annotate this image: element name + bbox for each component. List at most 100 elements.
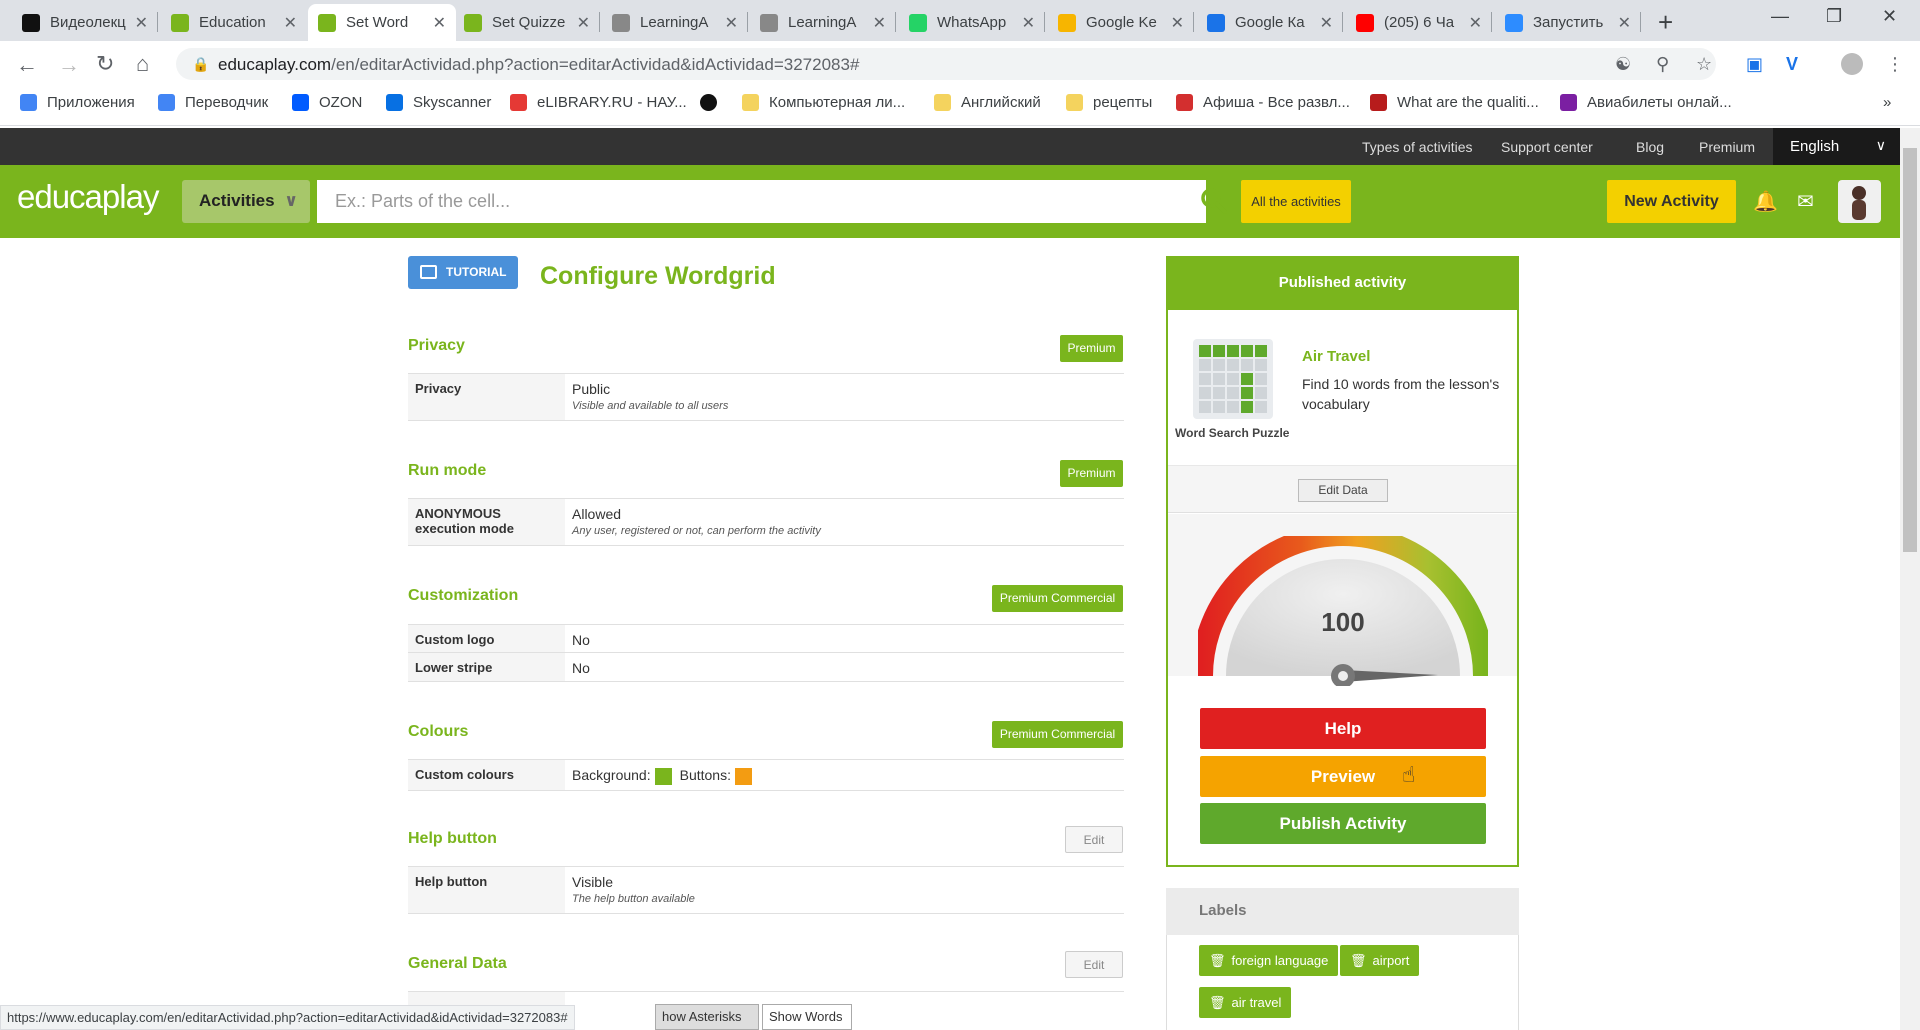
word-search-thumbnail[interactable] <box>1193 339 1273 419</box>
custom-colours-row: Custom colours Background: Buttons: <box>408 759 1124 791</box>
bell-icon[interactable]: 🔔 <box>1753 189 1778 214</box>
scrollbar-thumb[interactable] <box>1903 148 1917 552</box>
search-input[interactable] <box>317 180 1206 223</box>
tab-title: LearningA <box>788 14 857 31</box>
support-center-link[interactable]: Support center <box>1501 139 1593 155</box>
user-avatar[interactable] <box>1838 180 1881 223</box>
bookmark-item[interactable]: Английский <box>934 94 1041 111</box>
bookmark-item[interactable]: Афиша - Все развл... <box>1176 94 1350 111</box>
close-tab-icon[interactable]: ✕ <box>433 13 446 33</box>
help-button-edit-button[interactable]: Edit <box>1065 826 1123 853</box>
browser-tab[interactable]: Видеолекц ✕ <box>12 4 158 41</box>
url-text[interactable]: educaplay.com/en/editarActividad.php?act… <box>218 55 859 75</box>
browser-tab[interactable]: Set Quizze ✕ <box>454 4 600 41</box>
browser-tab[interactable]: Education ✕ <box>161 4 307 41</box>
grid-cell <box>1199 373 1211 385</box>
tag-air-travel[interactable]: 🗑 air travel <box>1199 987 1292 1018</box>
educaplay-logo[interactable]: educaplay <box>17 178 159 216</box>
profile-avatar[interactable] <box>1841 53 1863 75</box>
home-icon[interactable]: ⌂ <box>136 51 149 77</box>
browser-tab[interactable]: (205) 6 Ча ✕ <box>1346 4 1492 41</box>
educaplay-icon <box>318 13 336 32</box>
browser-tab[interactable]: Google Ка ✕ <box>1197 4 1343 41</box>
close-tab-icon[interactable]: ✕ <box>725 13 738 33</box>
bookmark-item[interactable]: рецепты <box>1066 94 1152 111</box>
back-icon[interactable]: ← <box>16 52 38 78</box>
close-tab-icon[interactable]: ✕ <box>1022 13 1035 33</box>
all-activities-button[interactable]: All the activities <box>1241 180 1351 223</box>
browser-tab[interactable]: Запустить ✕ <box>1495 4 1641 41</box>
new-tab-button[interactable]: + <box>1658 7 1673 38</box>
browser-tab[interactable]: Google Ke ✕ <box>1048 4 1194 41</box>
help-button-section-title: Help button <box>408 830 497 847</box>
bookmark-item[interactable]: eLIBRARY.RU - НАУ... <box>510 94 687 111</box>
customization-premium-commercial-button[interactable]: Premium Commercial <box>992 585 1123 612</box>
close-tab-icon[interactable]: ✕ <box>1618 13 1631 33</box>
close-tab-icon[interactable]: ✕ <box>135 13 148 33</box>
types-of-activities-link[interactable]: Types of activities <box>1362 139 1473 155</box>
show-words-button[interactable]: Show Words <box>762 1004 852 1030</box>
close-tab-icon[interactable]: ✕ <box>873 13 886 33</box>
tag-airport[interactable]: 🗑 airport <box>1340 945 1420 976</box>
close-tab-icon[interactable]: ✕ <box>1469 13 1482 33</box>
blog-link[interactable]: Blog <box>1636 139 1664 155</box>
vimeo-extension-icon[interactable]: V <box>1786 54 1798 75</box>
tab-title: Запустить <box>1533 14 1604 31</box>
close-tab-icon[interactable]: ✕ <box>284 13 297 33</box>
privacy-premium-button[interactable]: Premium <box>1060 335 1123 362</box>
trash-icon[interactable]: 🗑 <box>1209 995 1226 1010</box>
buttons-colour-label: Buttons: <box>679 767 731 783</box>
tab-separator <box>1342 12 1343 32</box>
minimize-icon[interactable]: — <box>1771 6 1789 27</box>
bookmark-item[interactable]: Компьютерная ли... <box>742 94 905 111</box>
premium-link[interactable]: Premium <box>1699 139 1755 155</box>
trash-icon[interactable]: 🗑 <box>1209 953 1226 968</box>
bookmarks-overflow-icon[interactable]: » <box>1883 94 1891 111</box>
bookmark-favicon-icon <box>292 94 309 111</box>
extension-icon[interactable]: ▣ <box>1746 54 1763 75</box>
translate-icon[interactable]: ☯ <box>1615 54 1631 75</box>
edit-data-button[interactable]: Edit Data <box>1298 479 1388 502</box>
activity-name[interactable]: Air Travel <box>1302 348 1370 365</box>
activities-dropdown[interactable]: Activities ∨ <box>182 180 310 223</box>
bookmark-item[interactable] <box>700 94 727 111</box>
colours-premium-commercial-button[interactable]: Premium Commercial <box>992 721 1123 748</box>
reload-icon[interactable]: ↻ <box>96 51 114 77</box>
hand-cursor-icon: ☝ <box>1402 762 1416 787</box>
bookmark-item[interactable]: What are the qualiti... <box>1370 94 1539 111</box>
forward-icon[interactable]: → <box>58 52 80 78</box>
zoom-icon[interactable]: ⚲ <box>1656 54 1669 75</box>
general-data-edit-button[interactable]: Edit <box>1065 951 1123 978</box>
run-mode-premium-button[interactable]: Premium <box>1060 460 1123 487</box>
close-tab-icon[interactable]: ✕ <box>1171 13 1184 33</box>
tutorial-button[interactable]: TUTORIAL <box>408 256 518 289</box>
menu-icon[interactable]: ⋮ <box>1886 54 1904 75</box>
bookmark-item[interactable]: Переводчик <box>158 94 268 111</box>
bookmark-star-icon[interactable]: ☆ <box>1696 54 1712 75</box>
bookmark-item[interactable]: Приложения <box>20 94 135 111</box>
publish-activity-button[interactable]: Publish Activity <box>1200 803 1486 844</box>
bookmark-item[interactable]: Skyscanner <box>386 94 491 111</box>
new-activity-button[interactable]: New Activity <box>1607 180 1736 223</box>
close-tab-icon[interactable]: ✕ <box>1320 13 1333 33</box>
restore-icon[interactable]: ❐ <box>1826 6 1842 27</box>
bookmark-item[interactable]: OZON <box>292 94 362 111</box>
tag-foreign-language[interactable]: 🗑 foreign language <box>1199 945 1339 976</box>
close-tab-icon[interactable]: ✕ <box>577 13 590 33</box>
custom-logo-label: Custom logo <box>408 625 565 652</box>
trash-icon[interactable]: 🗑 <box>1350 953 1367 968</box>
browser-tab[interactable]: WhatsApp ✕ <box>899 4 1045 41</box>
browser-tab[interactable]: LearningA ✕ <box>750 4 896 41</box>
browser-tab[interactable]: Set Word ✕ <box>308 4 456 41</box>
background-colour-swatch <box>654 767 672 785</box>
language-selector[interactable]: English ∨ <box>1773 128 1900 165</box>
bookmark-item[interactable]: Авиабилеты онлай... <box>1560 94 1732 111</box>
close-window-icon[interactable]: ✕ <box>1882 6 1897 27</box>
lock-icon[interactable]: 🔒 <box>192 56 209 73</box>
help-button[interactable]: Help <box>1200 708 1486 749</box>
show-asterisks-button[interactable]: how Asterisks <box>655 1004 759 1030</box>
preview-button[interactable]: Preview <box>1200 756 1486 797</box>
messages-icon[interactable]: ✉ <box>1797 189 1814 214</box>
search-icon[interactable] <box>1199 186 1229 216</box>
browser-tab[interactable]: LearningA ✕ <box>602 4 748 41</box>
